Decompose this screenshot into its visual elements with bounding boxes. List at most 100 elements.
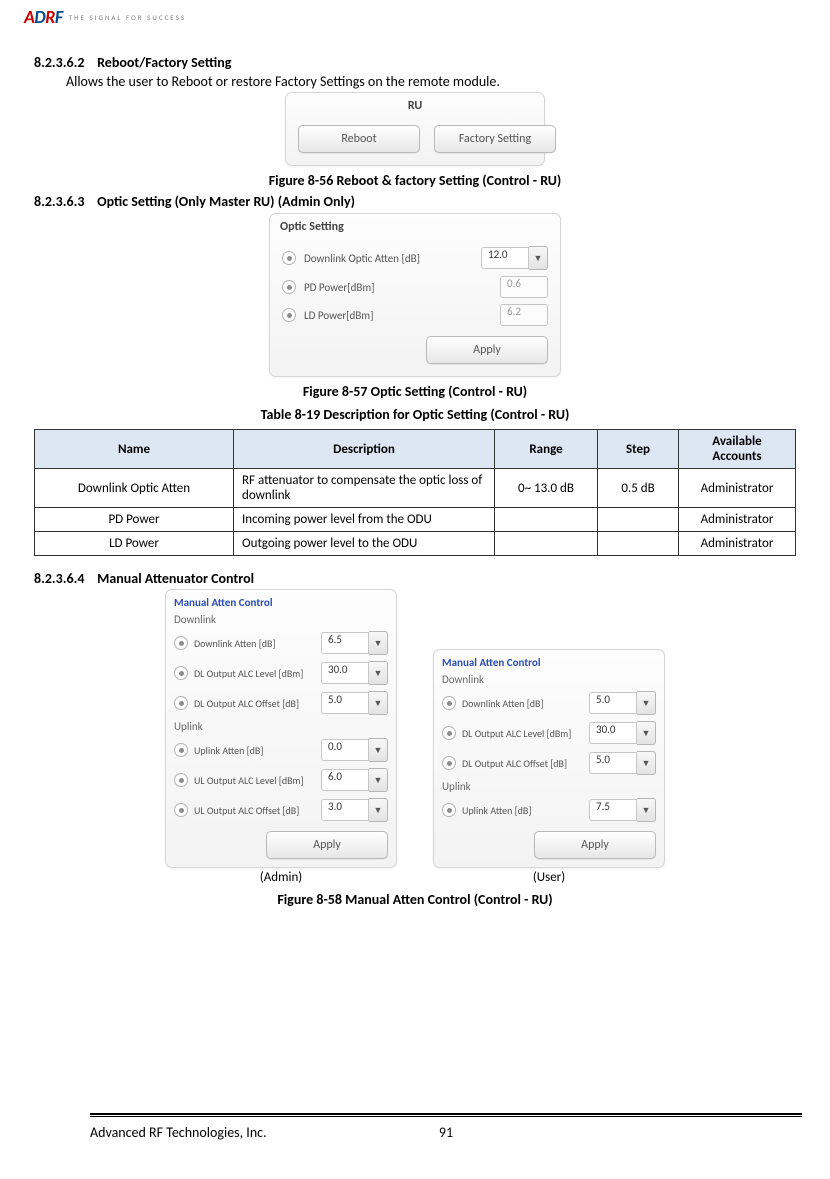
cell-name: Downlink Optic Atten — [35, 469, 234, 508]
ma-row: Uplink Atten [dB]7.5▼ — [434, 795, 664, 825]
ma-row: UL Output ALC Level [dBm] 6.0▼ — [166, 765, 396, 795]
radio-icon[interactable] — [174, 636, 188, 650]
ru-panel: RU Reboot Factory Setting — [285, 92, 545, 166]
ma-label: Downlink Atten [dB] — [462, 697, 583, 710]
radio-icon[interactable] — [174, 696, 188, 710]
radio-icon[interactable] — [442, 803, 456, 817]
optic-setting-table: Name Description Range Step Available Ac… — [34, 429, 796, 556]
chevron-down-icon[interactable]: ▼ — [369, 768, 388, 792]
dl-alc-level-input[interactable]: 30.0 — [321, 662, 369, 684]
ma-user-apply-button[interactable]: Apply — [534, 831, 656, 859]
chevron-down-icon[interactable]: ▼ — [529, 246, 548, 270]
ma-user-title: Manual Atten Control — [434, 650, 664, 671]
cell-acct: Administrator — [679, 532, 796, 556]
dl-optic-atten-input[interactable]: 12.0 — [481, 247, 529, 269]
ma-admin-title: Manual Atten Control — [166, 590, 396, 611]
ul-atten-input[interactable]: 0.0 — [321, 739, 369, 761]
user-dl-alc-level-input[interactable]: 30.0 — [589, 722, 637, 744]
cell-step — [598, 532, 679, 556]
cell-desc: Incoming power level from the ODU — [234, 508, 495, 532]
radio-icon[interactable] — [442, 726, 456, 740]
ma-row: DL Output ALC Level [dBm]30.0▼ — [166, 658, 396, 688]
radio-icon[interactable] — [282, 280, 296, 294]
optic-setting-panel: Optic Setting Downlink Optic Atten [dB] … — [269, 213, 561, 377]
table-19-caption: Table 8-19 Description for Optic Setting… — [34, 406, 796, 423]
footer-page-number: 91 — [439, 1124, 453, 1141]
ma-label: UL Output ALC Offset [dB] — [194, 804, 315, 817]
cell-desc: RF attenuator to compensate the optic lo… — [234, 469, 495, 508]
ma-row: DL Output ALC Level [dBm] 30.0▼ — [434, 718, 664, 748]
table-row: Downlink Optic Atten RF attenuator to co… — [35, 469, 796, 508]
optic-row-dl-atten: Downlink Optic Atten [dB] 12.0 ▼ — [282, 246, 548, 270]
chevron-down-icon[interactable]: ▼ — [369, 661, 388, 685]
ld-power-readonly: 6.2 — [500, 304, 548, 326]
chevron-down-icon[interactable]: ▼ — [369, 798, 388, 822]
section-heading-reboot: 8.2.3.6.2 Reboot/Factory Setting — [34, 54, 796, 71]
dl-atten-input[interactable]: 6.5 — [321, 632, 369, 654]
cell-name: PD Power — [35, 508, 234, 532]
chevron-down-icon[interactable]: ▼ — [637, 798, 656, 822]
cell-range: 0~ 13.0 dB — [495, 469, 598, 508]
optic-apply-button[interactable]: Apply — [426, 336, 548, 364]
optic-label: Downlink Optic Atten [dB] — [304, 252, 473, 265]
ma-label: DL Output ALC Offset [dB] — [462, 757, 583, 770]
radio-icon[interactable] — [174, 773, 188, 787]
ru-panel-title: RU — [286, 93, 544, 117]
ma-label: Downlink Atten [dB] — [194, 637, 315, 650]
user-dl-atten-input[interactable]: 5.0 — [589, 692, 637, 714]
reboot-button[interactable]: Reboot — [298, 125, 420, 153]
radio-icon[interactable] — [442, 756, 456, 770]
cell-step — [598, 508, 679, 532]
ma-user-ul-header: Uplink — [434, 778, 664, 795]
optic-row-pd-power: PD Power[dBm] 0.6 — [282, 276, 548, 298]
radio-icon[interactable] — [442, 696, 456, 710]
chevron-down-icon[interactable]: ▼ — [637, 721, 656, 745]
user-ul-atten-input[interactable]: 7.5 — [589, 799, 637, 821]
chevron-down-icon[interactable]: ▼ — [637, 691, 656, 715]
cell-name: LD Power — [35, 532, 234, 556]
pd-power-readonly: 0.6 — [500, 276, 548, 298]
radio-icon[interactable] — [282, 251, 296, 265]
ma-row: Uplink Atten [dB]0.0▼ — [166, 735, 396, 765]
radio-icon[interactable] — [174, 743, 188, 757]
cell-range — [495, 508, 598, 532]
ma-row: UL Output ALC Offset [dB] 3.0▼ — [166, 795, 396, 825]
th-name: Name — [35, 430, 234, 469]
chevron-down-icon[interactable]: ▼ — [369, 738, 388, 762]
ma-row: DL Output ALC Offset [dB] 5.0▼ — [166, 688, 396, 718]
section-heading-optic: 8.2.3.6.3 Optic Setting (Only Master RU)… — [34, 193, 796, 210]
cell-range — [495, 532, 598, 556]
manual-atten-user: Manual Atten Control Downlink Downlink A… — [433, 649, 665, 885]
th-description: Description — [234, 430, 495, 469]
ma-label: DL Output ALC Level [dBm] — [462, 727, 583, 740]
ma-label: UL Output ALC Level [dBm] — [194, 774, 315, 787]
dl-alc-offset-input[interactable]: 5.0 — [321, 692, 369, 714]
table-row: PD Power Incoming power level from the O… — [35, 508, 796, 532]
optic-label: PD Power[dBm] — [304, 281, 492, 294]
page-footer: Advanced RF Technologies, Inc. 91 — [90, 1124, 802, 1141]
cell-desc: Outgoing power level to the ODU — [234, 532, 495, 556]
ul-alc-offset-input[interactable]: 3.0 — [321, 799, 369, 821]
chevron-down-icon[interactable]: ▼ — [369, 631, 388, 655]
user-dl-alc-offset-input[interactable]: 5.0 — [589, 752, 637, 774]
ma-admin-apply-button[interactable]: Apply — [266, 831, 388, 859]
radio-icon[interactable] — [174, 666, 188, 680]
radio-icon[interactable] — [282, 308, 296, 322]
optic-panel-title: Optic Setting — [270, 214, 560, 238]
cell-acct: Administrator — [679, 508, 796, 532]
optic-label: LD Power[dBm] — [304, 309, 492, 322]
logo-mark: ADRF — [24, 6, 63, 28]
th-step: Step — [598, 430, 679, 469]
chevron-down-icon[interactable]: ▼ — [369, 691, 388, 715]
user-subcaption: (User) — [433, 870, 665, 885]
admin-subcaption: (Admin) — [165, 870, 397, 885]
factory-setting-button[interactable]: Factory Setting — [434, 125, 556, 153]
reboot-body-text: Allows the user to Reboot or restore Fac… — [66, 73, 796, 90]
ul-alc-level-input[interactable]: 6.0 — [321, 769, 369, 791]
ma-label: DL Output ALC Offset [dB] — [194, 697, 315, 710]
logo-tagline: THE SIGNAL FOR SUCCESS — [69, 13, 186, 22]
chevron-down-icon[interactable]: ▼ — [637, 751, 656, 775]
figure-58-caption: Figure 8-58 Manual Atten Control (Contro… — [34, 891, 796, 908]
radio-icon[interactable] — [174, 803, 188, 817]
ma-row: Downlink Atten [dB] 6.5▼ — [166, 628, 396, 658]
